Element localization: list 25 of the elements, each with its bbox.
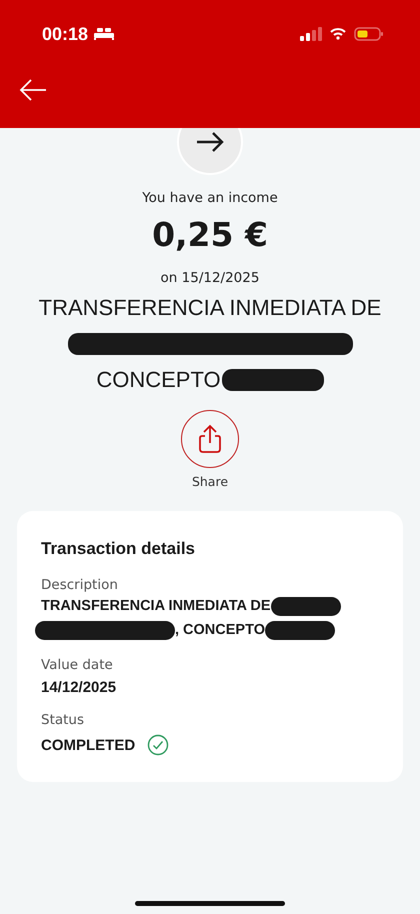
redaction-mark: [264, 620, 335, 640]
status-value: COMPLETED: [41, 736, 136, 754]
back-button[interactable]: [18, 78, 48, 102]
card-title: Transaction details: [41, 539, 196, 559]
battery-icon: [354, 27, 384, 41]
field-label: Value date: [41, 657, 114, 673]
transaction-date: on 15/12/2025: [160, 270, 260, 286]
share-button[interactable]: [181, 410, 239, 468]
field-label: Description: [41, 577, 119, 593]
field-value: 14/12/2025: [41, 679, 116, 696]
field-label: Status: [41, 712, 86, 728]
transaction-title: CONCEPTO: [96, 367, 221, 393]
share-icon: [197, 424, 223, 454]
signal-icon: [300, 27, 322, 41]
description-text: , CONCEPTO: [175, 622, 265, 638]
amount-value: 0,25 €: [152, 215, 268, 254]
wifi-icon: [330, 28, 346, 40]
back-arrow-icon: [18, 78, 48, 102]
share-label: Share: [192, 474, 228, 489]
transaction-title: TRANSFERENCIA INMEDIATA DE: [38, 295, 382, 321]
clock-time: 00:18: [42, 24, 88, 44]
income-caption: You have an income: [142, 190, 278, 206]
bed-icon: [94, 28, 114, 40]
description-text: TRANSFERENCIA INMEDIATA DE: [41, 598, 271, 614]
redaction-mark: [270, 596, 341, 616]
